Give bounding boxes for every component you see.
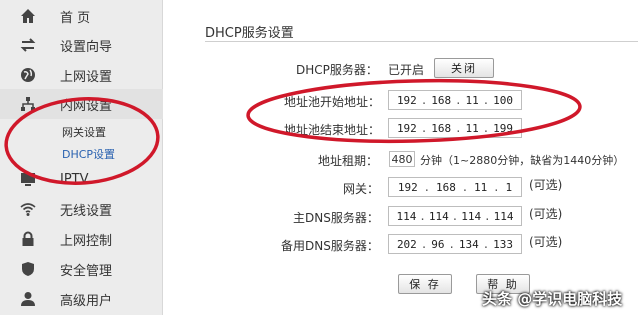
- ip-octet: 134: [458, 237, 479, 251]
- secondary-dns-label: 备用DNS服务器：: [281, 239, 379, 253]
- title-divider: [205, 41, 638, 42]
- sidebar-item-internet[interactable]: 上网设置: [0, 60, 163, 90]
- ip-octet: 192: [396, 93, 417, 107]
- ip-octet: 133: [493, 237, 514, 251]
- sidebar-item-wireless[interactable]: 无线设置: [0, 194, 163, 224]
- globe-icon: [21, 68, 35, 82]
- sidebar-item-label: IPTV: [60, 171, 89, 187]
- arrows-icon: [20, 38, 36, 52]
- ip-octet: 192: [396, 121, 417, 135]
- sidebar-item-iptv[interactable]: IPTV: [0, 164, 163, 194]
- gateway-label: 网关：: [343, 182, 380, 196]
- pool-start-ip-input[interactable]: 192. 168. 11. 100: [388, 90, 522, 110]
- lease-hint: 分钟（1~2880分钟，缺省为1440分钟）: [420, 154, 625, 167]
- ip-octet: 11: [474, 180, 488, 194]
- sidebar-item-access-control[interactable]: 上网控制: [0, 224, 163, 254]
- ip-octet: 100: [493, 93, 514, 107]
- lock-icon: [22, 231, 34, 246]
- sidebar-item-label: 首 页: [60, 10, 91, 26]
- sidebar-item-label: 无线设置: [60, 203, 113, 219]
- lease-label: 地址租期：: [318, 154, 379, 168]
- user-icon: [21, 292, 35, 306]
- ip-octet: 114: [396, 209, 417, 223]
- sidebar-item-lan[interactable]: 内网设置: [0, 89, 163, 119]
- ip-octet: 168: [431, 121, 452, 135]
- watermark: 头条 @学识电脑科技: [482, 290, 623, 308]
- ip-octet: 192: [397, 180, 418, 194]
- ip-octet: 11: [465, 93, 479, 107]
- ip-octet: 199: [493, 121, 514, 135]
- ip-octet: 11: [465, 121, 479, 135]
- ip-octet: 168: [435, 180, 456, 194]
- pool-start-label: 地址池开始地址：: [284, 95, 381, 109]
- dhcp-server-label: DHCP服务器：: [296, 63, 378, 77]
- page-title: DHCP服务设置: [205, 26, 294, 41]
- sidebar: 首 页 设置向导 上网设置 内网设置 网关设置 DHCP设置 IPTV 无线设置…: [0, 0, 163, 315]
- sidebar-item-wizard[interactable]: 设置向导: [0, 30, 163, 60]
- ip-octet: 114: [428, 209, 449, 223]
- sidebar-item-label: 安全管理: [60, 263, 113, 279]
- primary-dns-label: 主DNS服务器：: [293, 211, 379, 225]
- sidebar-item-home[interactable]: 首 页: [0, 1, 163, 31]
- pool-end-label: 地址池结束地址：: [284, 123, 381, 137]
- secondary-dns-optional-note: (可选): [529, 235, 563, 249]
- sidebar-item-label: 高级用户: [60, 293, 113, 309]
- gateway-optional-note: (可选): [529, 178, 563, 192]
- gateway-ip-input[interactable]: 192. 168. 11. 1: [388, 177, 522, 197]
- sidebar-item-label: 设置向导: [60, 39, 113, 55]
- wifi-icon: [20, 203, 36, 216]
- secondary-dns-input[interactable]: 202. 96. 134. 133: [388, 234, 522, 254]
- ip-octet: 202: [396, 237, 417, 251]
- tv-icon: [21, 173, 35, 186]
- shield-icon: [22, 262, 34, 276]
- sidebar-subitem-gateway[interactable]: 网关设置: [62, 124, 106, 140]
- dhcp-toggle-button[interactable]: 关闭: [434, 58, 494, 78]
- sidebar-subitem-dhcp[interactable]: DHCP设置: [62, 146, 115, 162]
- save-button[interactable]: 保 存: [398, 274, 452, 294]
- sidebar-item-label: 内网设置: [60, 98, 113, 114]
- lease-input[interactable]: 480: [389, 151, 415, 167]
- sidebar-item-security[interactable]: 安全管理: [0, 254, 163, 284]
- sidebar-item-label: 上网设置: [60, 69, 113, 85]
- sidebar-item-advanced-user[interactable]: 高级用户: [0, 284, 163, 314]
- pool-end-ip-input[interactable]: 192. 168. 11. 199: [388, 118, 522, 138]
- ip-octet: 114: [493, 209, 514, 223]
- dhcp-server-status: 已开启: [388, 63, 425, 77]
- primary-dns-input[interactable]: 114. 114. 114. 114: [388, 206, 522, 226]
- ip-octet: 96: [431, 237, 445, 251]
- ip-octet: 168: [431, 93, 452, 107]
- sidebar-item-label: 上网控制: [60, 233, 113, 249]
- primary-dns-optional-note: (可选): [529, 207, 563, 221]
- ip-octet: 1: [505, 180, 513, 194]
- network-icon: [21, 97, 35, 111]
- home-icon: [21, 9, 35, 23]
- ip-octet: 114: [461, 209, 482, 223]
